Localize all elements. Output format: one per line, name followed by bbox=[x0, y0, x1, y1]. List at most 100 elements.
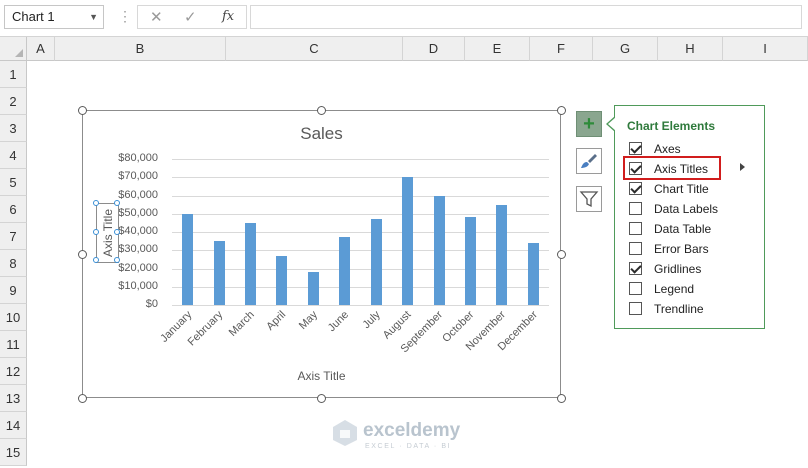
chart-element-trendline[interactable]: Trendline bbox=[629, 300, 759, 320]
row-header-5[interactable]: 5 bbox=[0, 169, 27, 196]
gridline bbox=[172, 177, 549, 179]
chart-element-data-table[interactable]: Data Table bbox=[629, 220, 759, 240]
bar-november[interactable] bbox=[496, 204, 508, 305]
checkbox[interactable] bbox=[629, 302, 642, 315]
insert-function-button[interactable]: fx bbox=[222, 9, 234, 24]
bar-may[interactable] bbox=[307, 272, 319, 305]
column-header-h[interactable]: H bbox=[658, 37, 723, 61]
chart-element-chart-title[interactable]: Chart Title bbox=[629, 180, 759, 200]
x-tick-label: June bbox=[325, 308, 352, 335]
gridline bbox=[172, 213, 549, 215]
y-tick-label: $50,000 bbox=[118, 206, 158, 219]
chevron-down-icon[interactable]: ▼ bbox=[89, 6, 98, 28]
bar-february[interactable] bbox=[213, 241, 225, 305]
x-axis-title[interactable]: Axis Title bbox=[83, 369, 560, 383]
row-header-8[interactable]: 8 bbox=[0, 250, 27, 277]
y-tick-label: $0 bbox=[145, 298, 158, 310]
resize-handle-top[interactable] bbox=[317, 106, 326, 115]
row-header-14[interactable]: 14 bbox=[0, 412, 27, 439]
chart-area[interactable]: Sales $80,000 $70,000 $60,000 $50,000 $40,00… bbox=[82, 110, 561, 398]
selection-handle[interactable] bbox=[93, 229, 99, 235]
resize-handle-bottom-left[interactable] bbox=[78, 394, 87, 403]
name-box[interactable]: Chart 1 ▼ bbox=[4, 5, 104, 29]
column-header-g[interactable]: G bbox=[593, 37, 658, 61]
bar-august[interactable] bbox=[402, 177, 414, 305]
bar-april[interactable] bbox=[276, 255, 288, 305]
submenu-arrow-icon[interactable] bbox=[740, 163, 745, 171]
column-header-c[interactable]: C bbox=[226, 37, 403, 61]
panel-pointer-inner bbox=[608, 117, 616, 131]
resize-handle-right[interactable] bbox=[557, 250, 566, 259]
row-header-10[interactable]: 10 bbox=[0, 304, 27, 331]
checkbox[interactable] bbox=[629, 242, 642, 255]
selection-handle[interactable] bbox=[93, 257, 99, 263]
row-header-2[interactable]: 2 bbox=[0, 88, 27, 115]
checkbox[interactable] bbox=[629, 142, 642, 155]
selection-handle[interactable] bbox=[93, 200, 99, 206]
chart-element-label: Chart Title bbox=[654, 182, 709, 196]
column-header-i[interactable]: I bbox=[723, 37, 808, 61]
row-header-4[interactable]: 4 bbox=[0, 142, 27, 169]
chart-filters-button[interactable] bbox=[576, 186, 602, 212]
chart-element-label: Error Bars bbox=[654, 242, 709, 256]
gridline bbox=[172, 268, 549, 270]
select-all-button[interactable] bbox=[0, 37, 27, 61]
resize-handle-bottom[interactable] bbox=[317, 394, 326, 403]
column-header-e[interactable]: E bbox=[465, 37, 530, 61]
bar-january[interactable] bbox=[182, 213, 194, 305]
gridline bbox=[172, 250, 549, 252]
chart-element-gridlines[interactable]: Gridlines bbox=[629, 260, 759, 280]
row-header-12[interactable]: 12 bbox=[0, 358, 27, 385]
x-tick-label: April bbox=[264, 308, 289, 333]
selection-handle[interactable] bbox=[114, 200, 120, 206]
row-header-9[interactable]: 9 bbox=[0, 277, 27, 304]
column-header-d[interactable]: D bbox=[403, 37, 465, 61]
chart-element-error-bars[interactable]: Error Bars bbox=[629, 240, 759, 260]
chart-element-label: Data Table bbox=[654, 222, 712, 236]
resize-handle-left[interactable] bbox=[78, 250, 87, 259]
panel-title: Chart Elements bbox=[627, 119, 716, 133]
bar-march[interactable] bbox=[245, 222, 257, 305]
row-header-1[interactable]: 1 bbox=[0, 61, 27, 88]
row-header-3[interactable]: 3 bbox=[0, 115, 27, 142]
chart-elements-button[interactable]: + bbox=[576, 111, 602, 137]
row-header-11[interactable]: 11 bbox=[0, 331, 27, 358]
row-header-6[interactable]: 6 bbox=[0, 196, 27, 223]
checkbox[interactable] bbox=[629, 202, 642, 215]
chart-elements-panel: Chart Elements Axes Axis Titles Chart Titl… bbox=[614, 105, 765, 329]
gridline bbox=[172, 159, 549, 160]
chart-styles-button[interactable] bbox=[576, 148, 602, 174]
chart-element-label: Axes bbox=[654, 142, 681, 156]
bar-july[interactable] bbox=[370, 219, 382, 305]
column-header-a[interactable]: A bbox=[27, 37, 55, 61]
cancel-icon[interactable]: ✕ bbox=[150, 8, 163, 26]
resize-handle-top-right[interactable] bbox=[557, 106, 566, 115]
chart-element-label: Data Labels bbox=[654, 202, 719, 216]
chart-element-data-labels[interactable]: Data Labels bbox=[629, 200, 759, 220]
checkbox[interactable] bbox=[629, 182, 642, 195]
bar-september[interactable] bbox=[433, 195, 445, 305]
selection-handle[interactable] bbox=[114, 257, 120, 263]
row-header-7[interactable]: 7 bbox=[0, 223, 27, 250]
bar-june[interactable] bbox=[339, 237, 351, 305]
gridline bbox=[172, 305, 549, 306]
checkbox[interactable] bbox=[629, 222, 642, 235]
y-axis-title: Axis Title bbox=[101, 209, 115, 258]
resize-handle-bottom-right[interactable] bbox=[557, 394, 566, 403]
row-header-13[interactable]: 13 bbox=[0, 385, 27, 412]
column-header-b[interactable]: B bbox=[55, 37, 226, 61]
formula-bar-grip-icon: ⋮ bbox=[118, 8, 132, 24]
resize-handle-top-left[interactable] bbox=[78, 106, 87, 115]
selection-handle[interactable] bbox=[114, 229, 120, 235]
bar-october[interactable] bbox=[464, 217, 476, 305]
checkbox[interactable] bbox=[629, 282, 642, 295]
checkbox[interactable] bbox=[629, 262, 642, 275]
column-header-f[interactable]: F bbox=[530, 37, 593, 61]
chart-element-legend[interactable]: Legend bbox=[629, 280, 759, 300]
bar-december[interactable] bbox=[527, 242, 539, 305]
y-tick-label: $10,000 bbox=[118, 279, 158, 292]
formula-input[interactable] bbox=[250, 5, 802, 29]
chart-title[interactable]: Sales bbox=[83, 124, 560, 144]
row-header-15[interactable]: 15 bbox=[0, 439, 27, 466]
enter-icon[interactable]: ✓ bbox=[184, 8, 197, 26]
